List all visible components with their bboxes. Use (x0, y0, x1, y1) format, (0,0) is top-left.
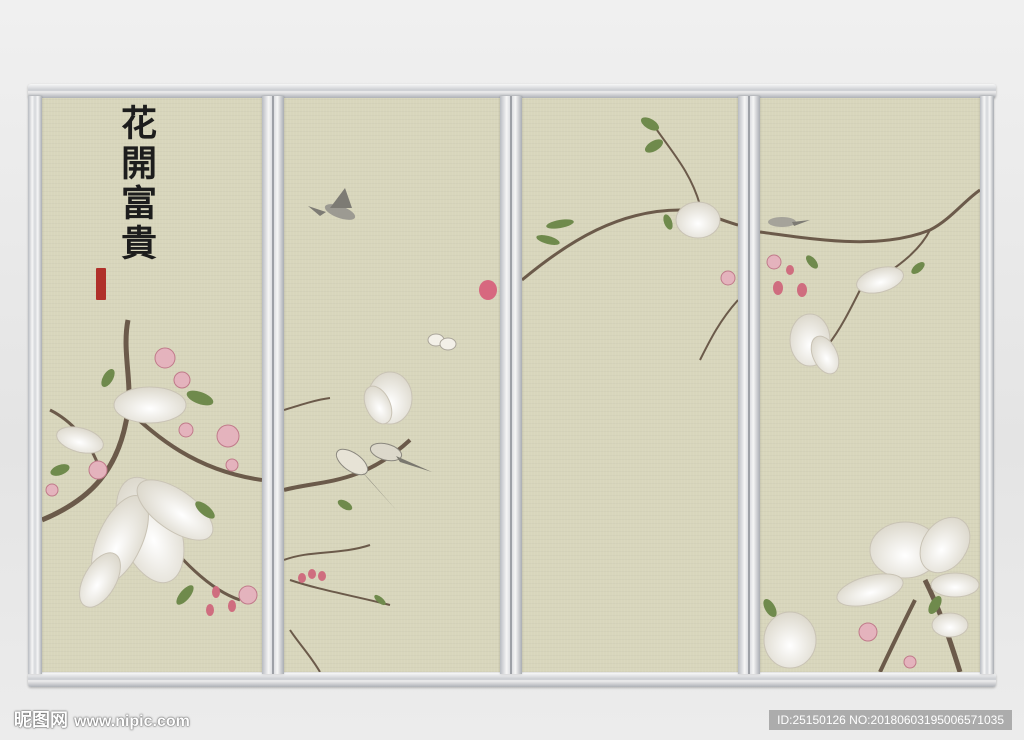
magnolia-flower-panel-2 (363, 371, 413, 425)
panel-2-branches (284, 188, 457, 672)
watermark-logo-text: 昵图网 (14, 710, 68, 730)
watermark-id: ID:25150126 NO:20180603195006571035 (769, 710, 1012, 730)
watermark-logo: 昵图网 www.nipic.com (14, 706, 190, 732)
red-seal-stamp (96, 268, 106, 300)
magnolia-flower-top (789, 313, 840, 375)
panel-4-branches (760, 188, 980, 672)
calligraphy-title: 花開富貴 (115, 104, 157, 264)
panel-1-branches (42, 319, 262, 616)
magnolia-flower-large (836, 516, 980, 607)
pink-bud (479, 280, 497, 300)
butterfly-icon (427, 333, 457, 351)
watermark-site-url: www.nipic.com (74, 713, 190, 730)
magnolia-flower-bottom-left (763, 611, 817, 669)
bird-flying-icon (308, 188, 356, 220)
bird-small-icon (768, 217, 810, 227)
panel-3-branches (522, 117, 738, 361)
magnolia-flower-panel-3 (675, 201, 721, 239)
